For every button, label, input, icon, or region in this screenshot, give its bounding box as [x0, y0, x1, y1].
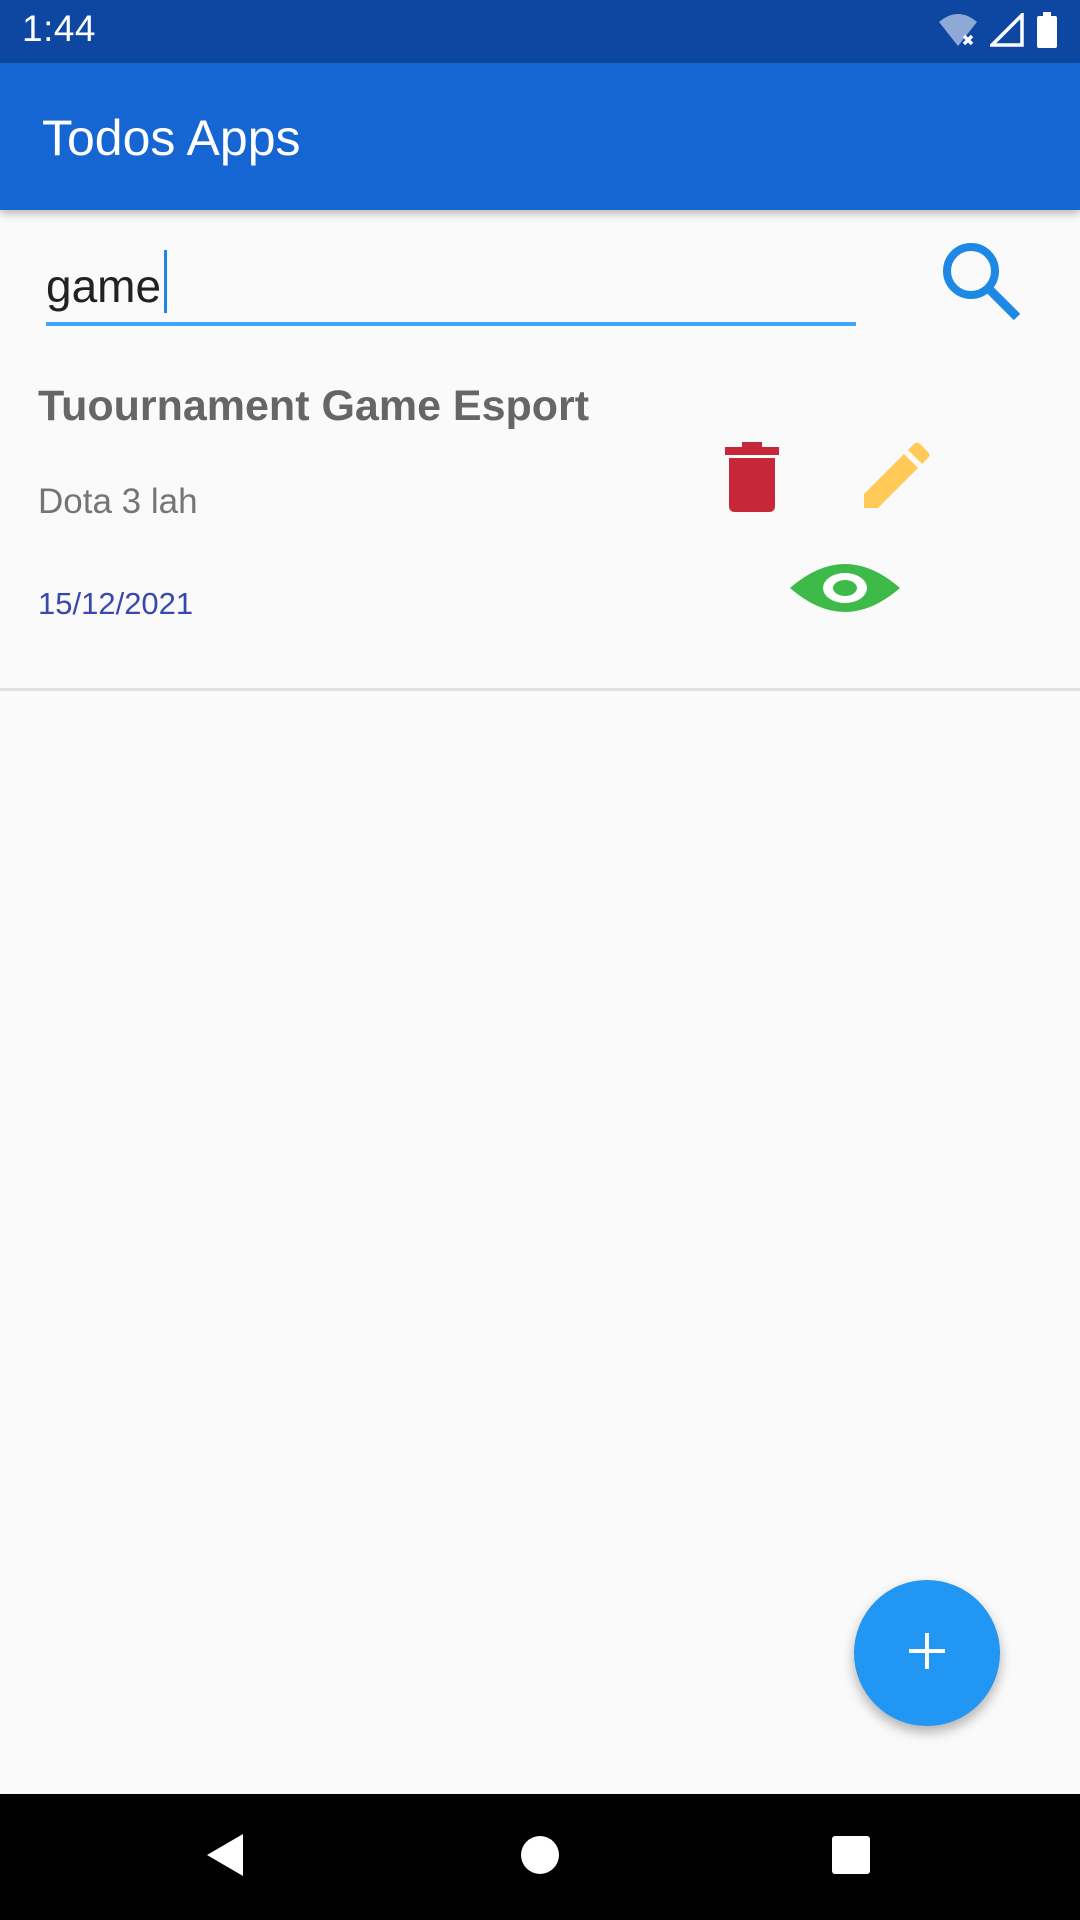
back-button[interactable]: [185, 1822, 265, 1892]
recents-icon: [831, 1835, 871, 1879]
todo-description: Dota 3 lah: [38, 482, 198, 521]
edit-button[interactable]: [850, 434, 940, 524]
view-button[interactable]: [785, 545, 905, 635]
search-button[interactable]: [930, 232, 1030, 332]
signal-icon: [987, 10, 1024, 51]
text-cursor: [164, 250, 167, 313]
search-icon: [937, 237, 1023, 327]
eye-icon: [788, 560, 902, 620]
app-bar: Todos Apps: [0, 63, 1080, 210]
list-divider: [0, 688, 1080, 691]
add-todo-button[interactable]: [854, 1580, 1000, 1726]
status-bar: 1:44: [0, 0, 1080, 63]
status-icons: [938, 10, 1058, 52]
pencil-icon: [860, 442, 930, 516]
delete-button[interactable]: [712, 434, 792, 524]
search-row: [0, 210, 1080, 340]
status-time: 1:44: [22, 8, 97, 49]
todo-title: Tuournament Game Esport: [38, 382, 590, 430]
home-icon: [520, 1835, 560, 1879]
navigation-bar: [0, 1794, 1080, 1920]
back-icon: [205, 1832, 245, 1882]
recents-button[interactable]: [811, 1822, 891, 1892]
search-input[interactable]: [46, 250, 856, 326]
trash-icon: [725, 442, 779, 516]
home-button[interactable]: [500, 1822, 580, 1892]
battery-icon: [1036, 12, 1058, 52]
todo-item[interactable]: Tuournament Game Esport Dota 3 lah 15/12…: [0, 340, 1080, 690]
wifi-off-icon: [938, 12, 978, 52]
todo-date: 15/12/2021: [38, 586, 194, 621]
app-title: Todos Apps: [42, 110, 301, 166]
plus-icon: [907, 1631, 947, 1675]
